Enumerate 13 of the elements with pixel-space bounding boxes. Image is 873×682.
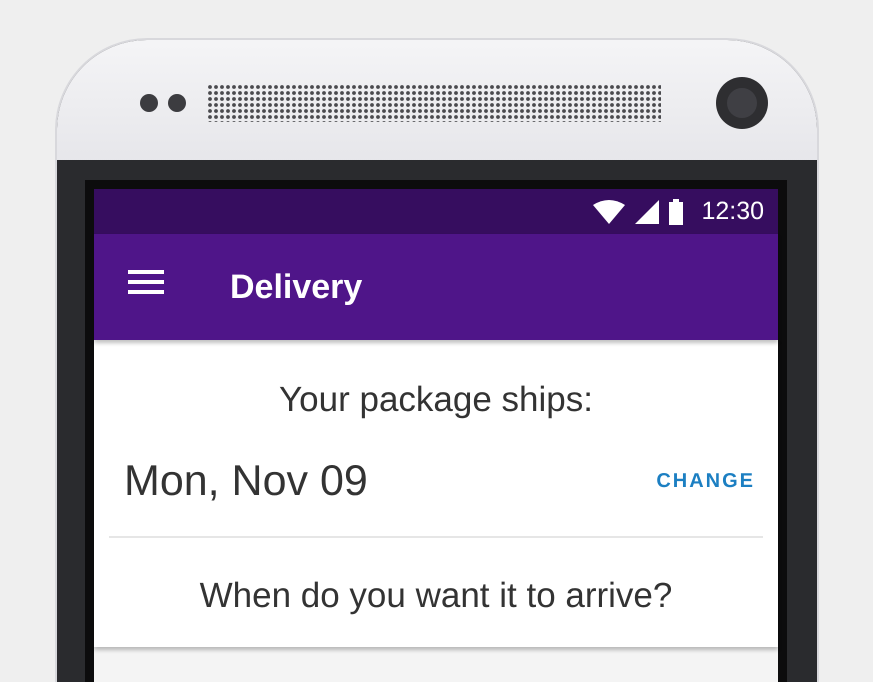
ship-date: Mon, Nov 09 — [124, 456, 368, 506]
arrival-question: When do you want it to arrive? — [198, 575, 674, 616]
status-time: 12:30 — [701, 197, 764, 226]
change-button[interactable]: CHANGE — [648, 462, 763, 500]
app-title: Delivery — [230, 268, 362, 306]
signal-icon — [635, 200, 660, 224]
camera-icon — [715, 76, 769, 130]
menu-icon[interactable] — [128, 270, 164, 294]
speaker-grille-icon — [207, 84, 661, 122]
battery-icon — [669, 198, 684, 224]
ship-label: Your package ships: — [278, 379, 594, 420]
wifi-icon — [593, 200, 626, 224]
sensor-icon — [139, 93, 187, 113]
